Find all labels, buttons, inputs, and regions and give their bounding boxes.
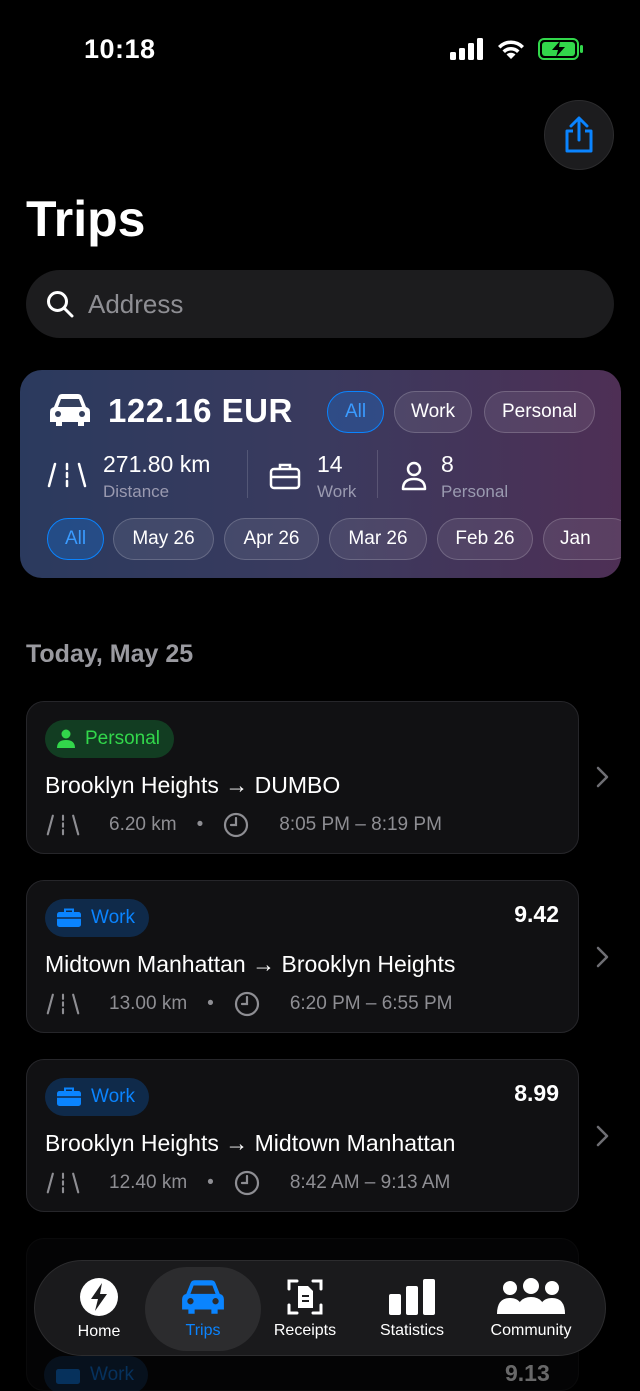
tab-label: Community xyxy=(490,1322,572,1339)
filter-personal[interactable]: Personal xyxy=(484,391,595,433)
clock-icon xyxy=(234,1170,259,1196)
tab-label: Home xyxy=(77,1323,121,1340)
separator-dot: • xyxy=(207,993,214,1014)
trip-card[interactable]: Work 8.99 Brooklyn Heights → Midtown Man… xyxy=(26,1059,579,1212)
status-bar: 10:18 xyxy=(0,0,640,100)
total-amount: 122.16 EUR xyxy=(108,392,293,429)
month-chip-mar[interactable]: Mar 26 xyxy=(329,518,427,560)
clock-icon xyxy=(234,991,259,1017)
tab-home[interactable]: Home xyxy=(59,1261,139,1357)
road-icon xyxy=(46,993,80,1015)
road-icon xyxy=(46,814,80,836)
share-button[interactable] xyxy=(544,100,614,170)
page-title: Trips xyxy=(26,191,146,247)
month-chip-all[interactable]: All xyxy=(47,518,104,560)
clock-icon xyxy=(224,812,249,838)
trip-amount: 8.99 xyxy=(514,1080,559,1106)
separator-dot: • xyxy=(196,814,204,835)
trip-meta: 13.00 km • 6:20 PM – 6:55 PM xyxy=(45,991,452,1017)
tab-statistics[interactable]: Statistics xyxy=(365,1261,459,1357)
chevron-right-icon xyxy=(596,766,609,788)
bar-chart-icon xyxy=(389,1279,435,1315)
summary-card: 122.16 EUR All Work Personal 271.80 km D… xyxy=(20,370,621,578)
trip-amount: 9.42 xyxy=(514,901,559,927)
tab-community[interactable]: Community xyxy=(479,1261,583,1357)
trip-route: Brooklyn Heights → DUMBO xyxy=(45,772,341,798)
trip-route: Brooklyn Heights → Midtown Manhattan xyxy=(45,1130,456,1156)
filter-all[interactable]: All xyxy=(327,391,384,433)
trip-tag-label: Personal xyxy=(85,728,160,749)
status-icons xyxy=(450,38,584,60)
trip-card[interactable]: Work 9.42 Midtown Manhattan → Brooklyn H… xyxy=(26,880,579,1033)
month-chip-feb[interactable]: Feb 26 xyxy=(437,518,533,560)
separator-dot: • xyxy=(207,1172,214,1193)
search-input[interactable] xyxy=(88,288,568,320)
car-icon xyxy=(182,1280,224,1314)
briefcase-fill-icon xyxy=(57,908,81,927)
person-icon xyxy=(401,461,427,491)
personal-label: Personal xyxy=(441,482,509,501)
status-time: 10:18 xyxy=(84,34,156,64)
month-chip-apr[interactable]: Apr 26 xyxy=(224,518,319,560)
wifi-icon xyxy=(498,40,524,59)
briefcase-fill-icon xyxy=(56,1369,80,1384)
tab-label: Receipts xyxy=(273,1322,337,1339)
tab-bar: Home Trips Receipts Statistics Community xyxy=(34,1260,606,1356)
share-icon xyxy=(565,116,593,153)
trip-tag-work: Work xyxy=(45,899,149,937)
distance-label: Distance xyxy=(103,482,170,501)
chevron-right-icon xyxy=(596,1125,609,1147)
work-label: Work xyxy=(317,482,357,501)
briefcase-fill-icon xyxy=(57,1087,81,1106)
trip-tag-label: Work xyxy=(90,1364,134,1385)
chevron-right-icon xyxy=(596,946,609,968)
tab-receipts[interactable]: Receipts xyxy=(265,1261,345,1357)
trip-distance: 12.40 km xyxy=(109,1172,188,1193)
briefcase-icon xyxy=(269,463,301,490)
trip-meta: 12.40 km • 8:42 AM – 9:13 AM xyxy=(45,1170,450,1196)
trip-tag-label: Work xyxy=(91,1086,135,1107)
month-chip-jan[interactable]: Jan xyxy=(543,518,621,560)
distance-value: 271.80 km xyxy=(103,451,211,477)
personal-count: 8 xyxy=(441,451,454,477)
trip-time: 6:20 PM – 6:55 PM xyxy=(289,993,453,1014)
signal-icon xyxy=(450,38,483,60)
people-group-icon xyxy=(497,1278,565,1314)
trip-meta: 6.20 km • 8:05 PM – 8:19 PM xyxy=(45,812,442,838)
search-icon xyxy=(47,291,74,318)
road-icon xyxy=(46,1172,80,1194)
divider xyxy=(247,450,248,498)
car-icon xyxy=(50,394,90,426)
trip-tag-label: Work xyxy=(91,907,135,928)
trip-route: Midtown Manhattan → Brooklyn Heights xyxy=(45,951,456,977)
trip-tag-personal: Personal xyxy=(45,720,174,758)
trip-amount: 9.13 xyxy=(505,1360,550,1386)
month-chip-may[interactable]: May 26 xyxy=(113,518,214,560)
trip-tag-work: Work xyxy=(44,1356,148,1391)
trip-tag-work: Work xyxy=(45,1078,149,1116)
road-icon xyxy=(47,462,87,488)
work-count: 14 xyxy=(317,451,343,477)
tab-label: Trips xyxy=(185,1322,221,1339)
tab-trips[interactable]: Trips xyxy=(145,1267,261,1351)
search-bar[interactable] xyxy=(26,270,614,338)
filter-work[interactable]: Work xyxy=(394,391,472,433)
battery-charging-icon xyxy=(538,38,583,60)
section-header-date: Today, May 25 xyxy=(26,640,194,668)
trip-card[interactable]: Personal Brooklyn Heights → DUMBO 6.20 k… xyxy=(26,701,579,854)
trip-distance: 13.00 km xyxy=(109,993,188,1014)
lightning-bolt-icon xyxy=(80,1278,118,1316)
trip-distance: 6.20 km xyxy=(109,814,177,835)
tab-label: Statistics xyxy=(379,1322,444,1339)
trip-time: 8:42 AM – 9:13 AM xyxy=(289,1172,451,1193)
trip-time: 8:05 PM – 8:19 PM xyxy=(279,814,442,835)
divider xyxy=(377,450,378,498)
person-fill-icon xyxy=(57,729,75,748)
receipt-scan-icon xyxy=(287,1279,323,1315)
